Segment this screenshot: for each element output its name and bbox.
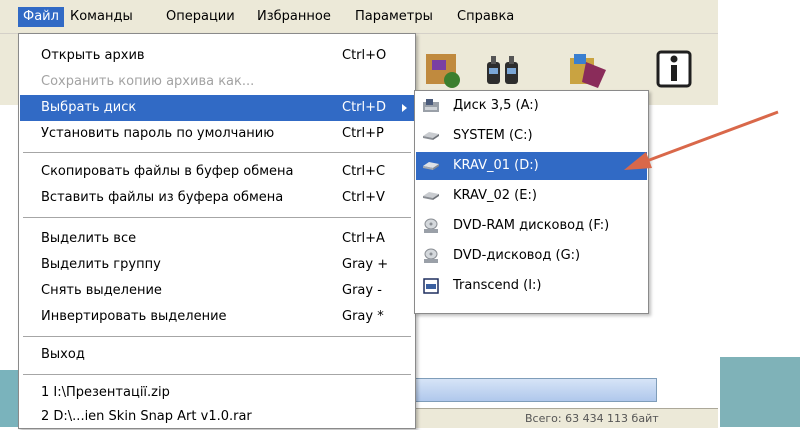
menu-item-deselect[interactable]: Снять выделение Gray -	[20, 278, 414, 304]
submenu-arrow-icon	[402, 104, 407, 112]
menu-operations[interactable]: Операции	[161, 7, 240, 27]
removable-drive-icon	[423, 278, 439, 294]
menu-item-label: Вставить файлы из буфера обмена	[41, 190, 284, 205]
menu-commands[interactable]: Команды	[65, 7, 138, 27]
drive-label: KRAV_02 (E:)	[453, 188, 537, 203]
menu-item-label: Выбрать диск	[41, 100, 137, 115]
decorative-band-left	[0, 370, 20, 427]
menu-item-label: Снять выделение	[41, 283, 162, 298]
extract-icon[interactable]	[424, 48, 464, 92]
menu-item-label: Скопировать файлы в буфер обмена	[41, 164, 294, 179]
drive-label: DVD-дисковод (G:)	[453, 248, 581, 263]
menu-item-recent-1[interactable]: 1 I:\Презентації.zip	[20, 380, 414, 406]
status-bar: Всего: 63 434 113 байт	[415, 408, 718, 428]
menu-separator	[23, 336, 411, 337]
menu-help[interactable]: Справка	[452, 7, 519, 27]
menu-item-shortcut: Gray *	[342, 309, 384, 324]
menu-item-paste-from-clipboard[interactable]: Вставить файлы из буфера обмена Ctrl+V	[20, 185, 414, 211]
menu-item-label: Сохранить копию архива как...	[41, 74, 255, 89]
drive-item-g[interactable]: DVD-дисковод (G:)	[416, 242, 647, 270]
drive-item-e[interactable]: KRAV_02 (E:)	[416, 182, 647, 210]
menu-item-label: Выделить группу	[41, 257, 161, 272]
find-icon[interactable]	[483, 48, 523, 92]
menu-item-label: Инвертировать выделение	[41, 309, 227, 324]
menu-item-shortcut: Gray +	[342, 257, 389, 272]
menu-item-label: Выделить все	[41, 231, 137, 246]
menu-item-label: Открыть архив	[41, 48, 145, 63]
menu-item-label: Установить пароль по умолчанию	[41, 126, 275, 141]
drive-item-i[interactable]: Transcend (I:)	[416, 272, 647, 300]
menu-item-select-all[interactable]: Выделить все Ctrl+A	[20, 226, 414, 252]
menu-item-open-archive[interactable]: Открыть архив Ctrl+O	[20, 43, 414, 69]
drive-item-c[interactable]: SYSTEM (C:)	[416, 122, 647, 150]
drive-submenu: Диск 3,5 (A:) SYSTEM (C:) KRAV_01 (D:) K…	[414, 90, 649, 314]
hard-drive-icon	[423, 162, 439, 170]
file-menu: Открыть архив Ctrl+O Сохранить копию арх…	[18, 33, 416, 429]
menu-item-copy-to-clipboard[interactable]: Скопировать файлы в буфер обмена Ctrl+C	[20, 159, 414, 185]
menu-item-select-drive[interactable]: Выбрать диск Ctrl+D	[20, 95, 414, 121]
menu-options[interactable]: Параметры	[350, 7, 438, 27]
menu-item-label: 1 I:\Презентації.zip	[41, 385, 170, 400]
menu-separator	[23, 374, 411, 375]
floppy-icon	[423, 99, 439, 112]
drive-label: DVD-RAM дисковод (F:)	[453, 218, 610, 233]
menu-item-shortcut: Ctrl+P	[342, 126, 384, 141]
menu-bar: Файл Команды Операции Избранное Параметр…	[0, 0, 718, 34]
menu-item-shortcut: Ctrl+C	[342, 164, 386, 179]
drive-label: KRAV_01 (D:)	[453, 158, 539, 173]
drive-label: SYSTEM (C:)	[453, 128, 533, 143]
menu-item-shortcut: Ctrl+D	[342, 100, 387, 115]
menu-favorites[interactable]: Избранное	[252, 7, 336, 27]
menu-item-label: 2 D:\...ien Skin Snap Art v1.0.rar	[41, 409, 252, 424]
menu-item-invert-selection[interactable]: Инвертировать выделение Gray *	[20, 304, 414, 330]
progress-bar	[415, 378, 657, 402]
menu-separator	[23, 217, 411, 218]
drive-label: Transcend (I:)	[453, 278, 542, 293]
menu-item-label: Выход	[41, 347, 85, 362]
hard-drive-icon	[423, 192, 439, 200]
drive-item-f[interactable]: DVD-RAM дисковод (F:)	[416, 212, 647, 240]
menu-item-set-password[interactable]: Установить пароль по умолчанию Ctrl+P	[20, 121, 414, 147]
optical-drive-icon	[424, 218, 438, 233]
optical-drive-icon	[424, 248, 438, 263]
menu-item-shortcut: Ctrl+V	[342, 190, 385, 205]
menu-item-save-copy: Сохранить копию архива как...	[20, 69, 414, 95]
status-text: Всего: 63 434 113 байт	[525, 412, 659, 425]
menu-separator	[23, 152, 411, 153]
hard-drive-icon	[423, 132, 439, 140]
menu-item-shortcut: Ctrl+O	[342, 48, 387, 63]
drive-item-d[interactable]: KRAV_01 (D:)	[416, 152, 647, 180]
drive-item-a[interactable]: Диск 3,5 (A:)	[416, 92, 647, 120]
menu-file[interactable]: Файл	[18, 7, 64, 27]
menu-item-recent-2[interactable]: 2 D:\...ien Skin Snap Art v1.0.rar	[20, 404, 414, 430]
menu-item-select-group[interactable]: Выделить группу Gray +	[20, 252, 414, 278]
wizard-icon[interactable]	[568, 48, 608, 92]
decorative-band-right	[720, 357, 800, 427]
drive-label: Диск 3,5 (A:)	[453, 98, 539, 113]
info-icon[interactable]	[654, 48, 694, 92]
menu-item-shortcut: Ctrl+A	[342, 231, 385, 246]
menu-item-shortcut: Gray -	[342, 283, 382, 298]
menu-item-exit[interactable]: Выход	[20, 342, 414, 368]
